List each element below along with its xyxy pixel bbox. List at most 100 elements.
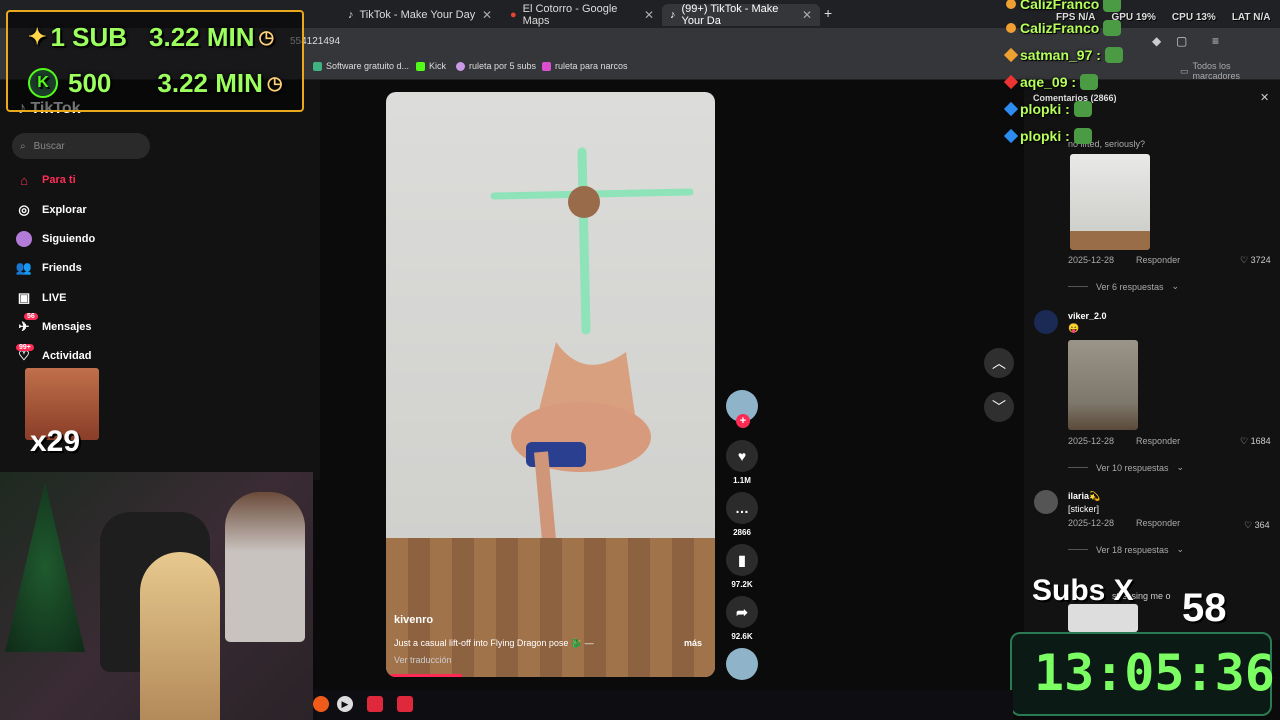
view-replies-button[interactable]: Ver 18 respuestas ⌄ <box>1068 544 1278 555</box>
close-icon[interactable]: ✕ <box>482 8 492 22</box>
home-icon: ⌂ <box>20 172 28 188</box>
chat-message: CalizFranco <box>1006 20 1122 36</box>
all-bookmarks[interactable]: ▭ Todos los marcadores <box>1180 61 1280 81</box>
messages-badge: 56 <box>24 313 38 320</box>
christmas-tree <box>5 482 85 652</box>
sidebar-item-label: Actividad <box>42 350 92 362</box>
tab-label: El Cotorro - Google Maps <box>522 3 618 27</box>
share-count: 92.6K <box>731 632 753 641</box>
avatar[interactable] <box>1034 310 1058 334</box>
view-replies-label: Ver 18 respuestas <box>1096 544 1169 555</box>
taskbar: ▶ <box>313 690 1013 720</box>
play-icon[interactable]: ▶ <box>337 696 353 712</box>
messages-icon: ✈ <box>18 319 30 334</box>
tab-label: (99+) TikTok - Make Your Da <box>681 3 779 27</box>
comment-text: 😛 <box>1068 323 1080 333</box>
pepe-emote-icon <box>1073 128 1092 144</box>
streamer <box>140 552 220 720</box>
goal-time: 3.22 MIN <box>157 67 263 98</box>
comment-like[interactable]: ♡ 3724 <box>1240 255 1271 266</box>
person-background <box>225 492 305 642</box>
comment-username[interactable]: viker_2.0 <box>1068 311 1278 321</box>
chat-username: CalizFranco <box>1020 0 1100 12</box>
bookmark-item[interactable]: ruleta para narcos <box>542 61 628 71</box>
sound-avatar[interactable] <box>725 648 759 684</box>
previous-video-button[interactable]: ︿ <box>984 348 1014 378</box>
reply-button[interactable]: Responder <box>1136 436 1180 446</box>
reply-button[interactable]: Responder <box>1136 255 1180 265</box>
sidebar-item-label: Friends <box>42 262 82 274</box>
comment-like-count: 364 <box>1254 520 1270 530</box>
sub-goal: ✦ 1 SUB 3.22 MIN ◷ <box>28 22 274 52</box>
friends-icon: 👥 <box>15 260 33 275</box>
puzzle-icon[interactable]: ▢ <box>1176 34 1187 48</box>
sidebar-item-explorar[interactable]: ◎ Explorar <box>16 202 87 218</box>
folder-icon: ▭ <box>1180 65 1189 76</box>
comment-like[interactable]: ♡ 1684 <box>1240 436 1271 447</box>
comment-date: 2025-12-28 <box>1068 255 1115 265</box>
goal-count: 500 <box>68 67 112 98</box>
view-replies-button[interactable]: Ver 10 respuestas ⌄ <box>1068 462 1278 473</box>
maps-icon: ● <box>510 9 517 21</box>
sidebar-item-friends[interactable]: 👥 Friends <box>16 260 82 276</box>
bookmark-item[interactable]: ruleta por 5 subs <box>456 61 536 71</box>
view-replies-button[interactable]: Ver 6 respuestas ⌄ <box>1068 281 1278 292</box>
chevron-down-icon: ⌄ <box>1176 462 1185 472</box>
comment-image[interactable] <box>1070 154 1150 250</box>
sidebar-item-actividad[interactable]: ♡ Actividad 99+ <box>16 344 92 364</box>
comment-username[interactable]: ilaria💫 <box>1068 491 1278 502</box>
comment-like[interactable]: ♡ 364 <box>1244 520 1270 531</box>
extension-icon[interactable]: ◆ <box>1152 34 1161 48</box>
bookmark-item[interactable]: Kick <box>416 61 446 71</box>
close-icon[interactable]: ✕ <box>644 8 654 22</box>
comment-image[interactable] <box>1068 340 1138 430</box>
bookmark-label: Kick <box>429 61 447 71</box>
chat-username: CalizFranco <box>1020 20 1100 36</box>
chevron-down-icon: ⌄ <box>1171 281 1180 291</box>
comment-image[interactable] <box>1068 604 1138 632</box>
video-progress-bar[interactable] <box>386 674 462 677</box>
badge-icon <box>1003 74 1019 90</box>
sidebar-item-label: Explorar <box>42 204 87 216</box>
sidebar-item-live[interactable]: ▣ LIVE <box>16 290 67 306</box>
browser-tab[interactable]: ♪ TikTok - Make Your Day ✕ <box>340 4 500 26</box>
badge-icon <box>1003 47 1019 63</box>
sidebar-item-para-ti[interactable]: ⌂ Para ti <box>16 172 76 188</box>
sidebar-item-siguiendo[interactable]: Siguiendo <box>16 231 95 247</box>
reply-button[interactable]: Responder <box>1136 518 1180 528</box>
share-icon: ➦ <box>726 596 758 628</box>
sidebar-item-mensajes[interactable]: ✈ Mensajes 56 <box>16 313 92 335</box>
close-comments-button[interactable]: ✕ <box>1260 91 1269 104</box>
new-tab-button[interactable]: + <box>824 5 832 21</box>
following-icon <box>16 231 32 247</box>
badge-icon <box>1003 101 1019 117</box>
menu-icon[interactable]: ≡ <box>1212 34 1219 48</box>
video-author[interactable]: kivenro <box>394 614 433 626</box>
chat-username: satman_97 : <box>1020 47 1101 63</box>
avatar[interactable] <box>1034 490 1058 514</box>
like-button[interactable]: ♥ 1.1M <box>725 440 759 485</box>
multiplier-label: x29 <box>30 425 81 458</box>
save-button[interactable]: ▮ 97.2K <box>725 544 759 589</box>
pepe-emote-icon <box>1104 47 1123 63</box>
sidebar-item-label: Siguiendo <box>42 233 96 245</box>
comment-button[interactable]: … 2866 <box>725 492 759 537</box>
app-icon[interactable] <box>313 696 329 712</box>
author-avatar-button[interactable]: + <box>725 390 759 428</box>
caption-more-button[interactable]: más <box>684 638 702 648</box>
sparkle-icon: ✦ <box>28 24 47 49</box>
next-video-button[interactable]: ﹀ <box>984 392 1014 422</box>
search-input[interactable]: ⌕ Buscar <box>12 133 150 159</box>
app-icon[interactable] <box>397 696 413 712</box>
share-button[interactable]: ➦ 92.6K <box>725 596 759 641</box>
bookmark-label: ruleta para narcos <box>555 61 628 71</box>
app-icon[interactable] <box>367 696 383 712</box>
comment-like-count: 3724 <box>1250 255 1271 265</box>
video-player[interactable]: kivenro Just a casual lift-off into Flyi… <box>386 92 715 677</box>
close-icon[interactable]: ✕ <box>802 8 812 22</box>
translate-link[interactable]: Ver traducción <box>394 655 452 665</box>
follow-plus-icon[interactable]: + <box>736 414 750 428</box>
bookmark-item[interactable]: Software gratuito d... <box>313 61 409 71</box>
browser-tab[interactable]: ● El Cotorro - Google Maps ✕ <box>502 3 662 27</box>
browser-tab-active[interactable]: ♪ (99+) TikTok - Make Your Da ✕ <box>662 3 820 27</box>
